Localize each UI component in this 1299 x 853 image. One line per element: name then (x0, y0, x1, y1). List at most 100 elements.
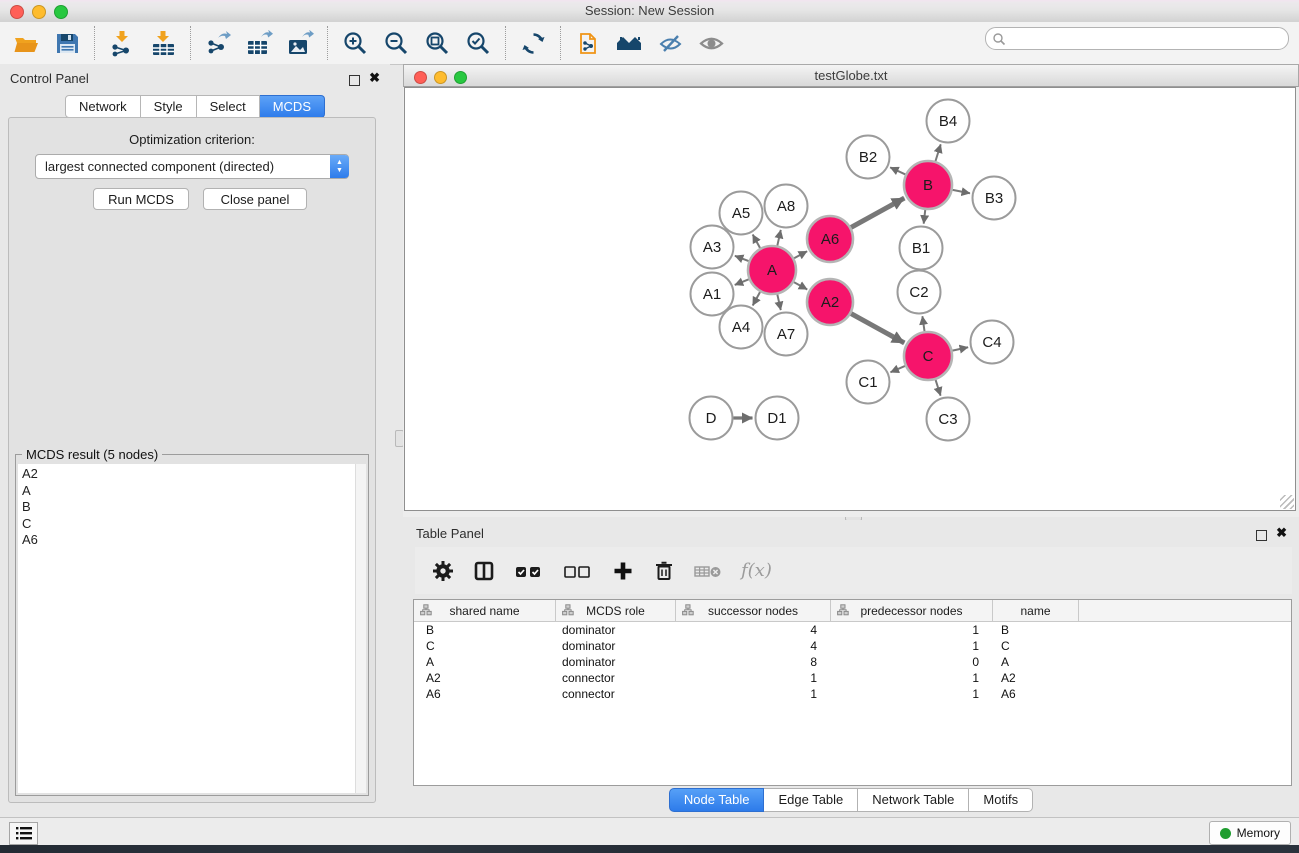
graph-node-A[interactable]: A (748, 246, 796, 294)
graph-edge-A-A1[interactable] (735, 279, 749, 285)
tab-style[interactable]: Style (141, 95, 197, 118)
column-header-predecessor-nodes[interactable]: predecessor nodes (831, 600, 993, 621)
graph-node-D1[interactable]: D1 (756, 397, 799, 440)
result-item[interactable]: A6 (22, 532, 356, 549)
table-row[interactable]: Adominator80A (414, 654, 1291, 670)
graph-node-A6[interactable]: A6 (807, 216, 853, 262)
network-minimize-button[interactable] (434, 71, 447, 84)
column-header-MCDS-role[interactable]: MCDS role (556, 600, 676, 621)
zoom-selected-icon[interactable] (465, 30, 492, 57)
result-item[interactable]: C (22, 516, 356, 533)
graph-node-C3[interactable]: C3 (927, 398, 970, 441)
import-table-icon[interactable] (150, 30, 177, 57)
select-all-checkboxes-icon[interactable] (514, 560, 544, 582)
delete-table-icon[interactable] (694, 560, 722, 582)
float-panel-icon[interactable] (349, 73, 360, 91)
search-input[interactable] (1006, 30, 1288, 48)
save-session-icon[interactable] (54, 30, 81, 57)
graph-node-C2[interactable]: C2 (898, 271, 941, 314)
graph-node-A3[interactable]: A3 (691, 226, 734, 269)
task-history-button[interactable] (9, 822, 38, 845)
minimize-window-button[interactable] (32, 5, 46, 19)
graph-edge-A-A2[interactable] (794, 282, 807, 289)
table-row[interactable]: A6connector11A6 (414, 686, 1291, 702)
refresh-icon[interactable] (520, 30, 547, 57)
graph-node-B4[interactable]: B4 (927, 100, 970, 143)
close-window-button[interactable] (10, 5, 24, 19)
graph-node-C4[interactable]: C4 (971, 321, 1014, 364)
graph-edge-C-C3[interactable] (936, 380, 941, 396)
memory-button[interactable]: Memory (1209, 821, 1291, 845)
graph-edge-C-C1[interactable] (890, 366, 905, 372)
tab-motifs[interactable]: Motifs (969, 788, 1033, 812)
network-zoom-button[interactable] (454, 71, 467, 84)
window-resize-grip[interactable] (1280, 495, 1294, 509)
run-mcds-button[interactable]: Run MCDS (93, 188, 189, 210)
tab-network[interactable]: Network (65, 95, 141, 118)
graph-edge-A-A4[interactable] (753, 292, 760, 306)
graph-node-B2[interactable]: B2 (847, 136, 890, 179)
graph-node-D[interactable]: D (690, 397, 733, 440)
zoom-fit-icon[interactable] (424, 30, 451, 57)
graph-edge-B-B4[interactable] (935, 144, 940, 161)
zoom-window-button[interactable] (54, 5, 68, 19)
graph-edge-B-B1[interactable] (924, 210, 926, 224)
zoom-in-icon[interactable] (342, 30, 369, 57)
graph-node-B[interactable]: B (904, 161, 952, 209)
result-scrollbar[interactable] (355, 464, 366, 793)
table-row[interactable]: Cdominator41C (414, 638, 1291, 654)
result-item[interactable]: A (22, 483, 356, 500)
export-network-icon[interactable] (205, 30, 232, 57)
open-session-icon[interactable] (13, 30, 40, 57)
network-close-button[interactable] (414, 71, 427, 84)
graph-node-C1[interactable]: C1 (847, 361, 890, 404)
graph-node-B3[interactable]: B3 (973, 177, 1016, 220)
graph-node-B1[interactable]: B1 (900, 227, 943, 270)
result-item[interactable]: A2 (22, 466, 356, 483)
table-close-panel-icon[interactable]: ✖ (1276, 527, 1287, 538)
table-float-panel-icon[interactable] (1256, 528, 1267, 546)
tab-select[interactable]: Select (197, 95, 260, 118)
settings-gear-icon[interactable] (432, 560, 454, 582)
graph-edge-A-A5[interactable] (753, 235, 760, 249)
mcds-result-list[interactable]: A2ABCA6 (18, 464, 356, 793)
graph-edge-A-A3[interactable] (735, 256, 749, 261)
column-header-name[interactable]: name (993, 600, 1079, 621)
graph-node-A2[interactable]: A2 (807, 279, 853, 325)
graph-edge-C-C4[interactable] (952, 347, 968, 350)
columns-icon[interactable] (473, 560, 495, 582)
column-header-successor-nodes[interactable]: successor nodes (676, 600, 831, 621)
graph-node-A4[interactable]: A4 (720, 306, 763, 349)
export-image-icon[interactable] (287, 30, 314, 57)
table-row[interactable]: Bdominator41B (414, 622, 1291, 638)
import-network-icon[interactable] (109, 30, 136, 57)
graph-edge-A6-B[interactable] (851, 198, 904, 227)
deselect-all-checkboxes-icon[interactable] (563, 560, 593, 582)
export-table-icon[interactable] (246, 30, 273, 57)
graph-node-A5[interactable]: A5 (720, 192, 763, 235)
column-header-shared-name[interactable]: shared name (414, 600, 556, 621)
graph-edge-B-B2[interactable] (890, 167, 905, 174)
tab-edge-table[interactable]: Edge Table (764, 788, 858, 812)
show-hide-icon[interactable] (698, 30, 725, 57)
graph-node-C[interactable]: C (904, 332, 952, 380)
graph-edge-A-A6[interactable] (794, 251, 807, 258)
zoom-out-icon[interactable] (383, 30, 410, 57)
graph-edge-A-A7[interactable] (777, 294, 780, 310)
close-panel-button[interactable]: Close panel (203, 188, 307, 210)
home-icon[interactable] (616, 30, 643, 57)
add-column-icon[interactable] (612, 560, 634, 582)
clone-network-icon[interactable] (575, 30, 602, 57)
graph-node-A8[interactable]: A8 (765, 185, 808, 228)
graph-node-A7[interactable]: A7 (765, 313, 808, 356)
criterion-dropdown[interactable]: largest connected component (directed) ▲… (35, 154, 349, 179)
tab-mcds[interactable]: MCDS (260, 95, 325, 118)
table-row[interactable]: A2connector11A2 (414, 670, 1291, 686)
graph-edge-A2-C[interactable] (851, 314, 904, 343)
delete-column-icon[interactable] (653, 560, 675, 582)
network-canvas[interactable]: B4B2BB3B1A5A8A3A6AA1A2C2A4A7C4CC1C3DD1 (404, 87, 1296, 511)
style-preview-icon[interactable] (657, 30, 684, 57)
graph-edge-A-A8[interactable] (777, 230, 780, 246)
graph-edge-C-C2[interactable] (922, 316, 924, 331)
result-item[interactable]: B (22, 499, 356, 516)
